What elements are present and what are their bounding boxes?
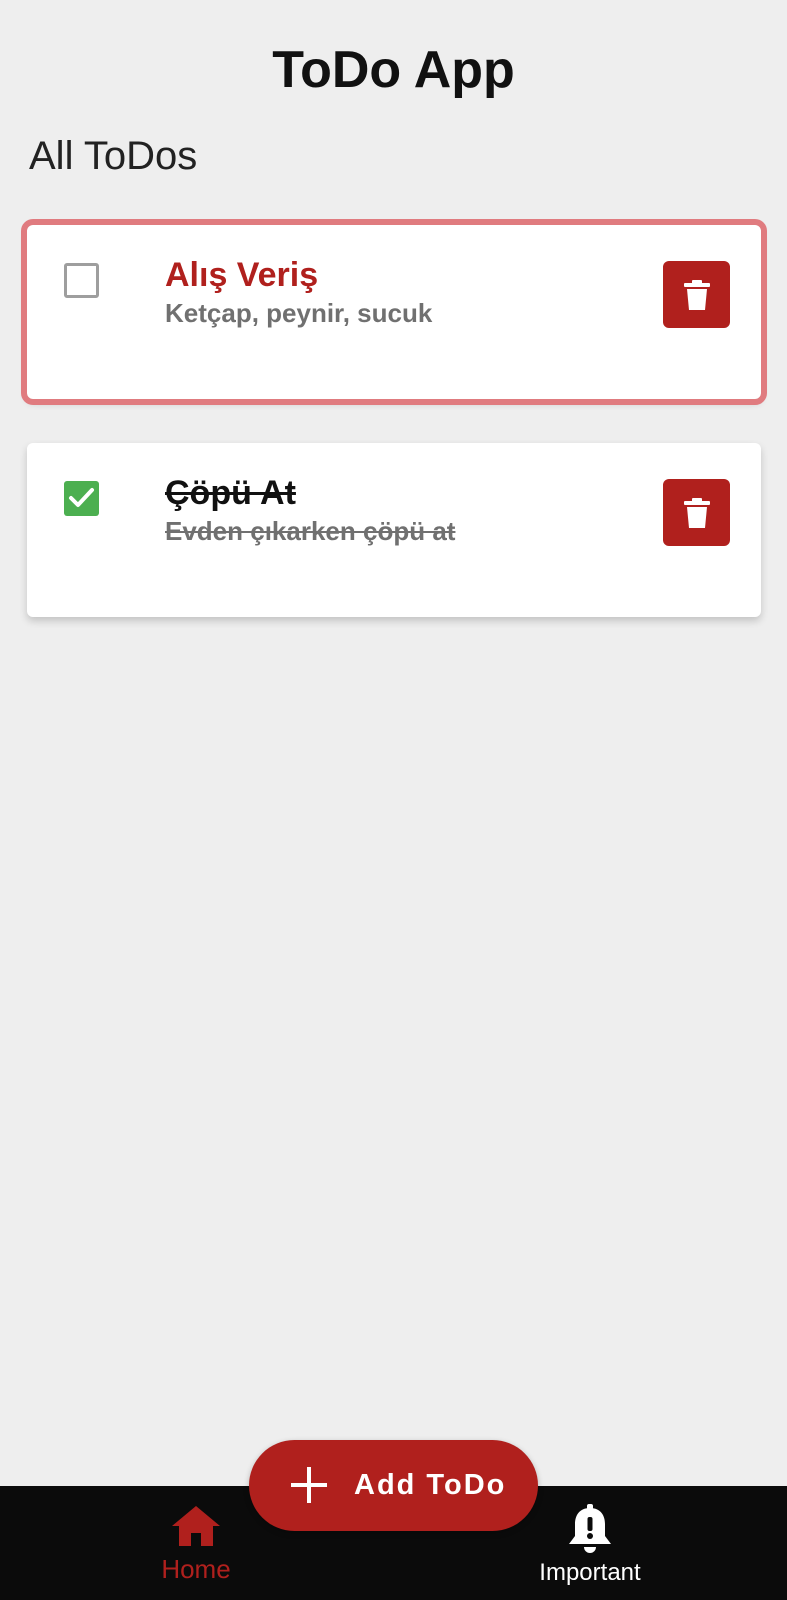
todo-description: Ketçap, peynir, sucuk [165,298,433,328]
todo-title: Alış Veriş [165,256,319,294]
todo-title: Çöpü At [165,474,296,512]
home-icon [172,1506,220,1546]
todo-checkbox[interactable] [64,263,99,298]
trash-icon [683,279,710,310]
todo-description: Evden çıkarken çöpü at [165,516,456,546]
todo-card[interactable]: Alış Veriş Ketçap, peynir, sucuk [21,219,767,405]
nav-label-important: Important [539,1559,641,1586]
check-icon [69,488,94,507]
plus-icon [291,1467,327,1503]
delete-button[interactable] [663,261,730,328]
nav-label-home: Home [161,1554,231,1584]
bell-alert-icon [569,1504,611,1553]
page-title: ToDo App [272,41,515,99]
add-todo-label: Add ToDo [354,1469,507,1501]
todo-card[interactable]: Çöpü At Evden çıkarken çöpü at [27,443,761,617]
todo-checkbox-checked[interactable] [64,481,99,516]
add-todo-button[interactable]: Add ToDo [249,1440,538,1531]
section-title: All ToDos [29,134,198,178]
delete-button[interactable] [663,479,730,546]
todo-text: Çöpü At Evden çıkarken çöpü at [165,473,625,547]
trash-icon [683,497,710,528]
todo-text: Alış Veriş Ketçap, peynir, sucuk [165,255,625,329]
